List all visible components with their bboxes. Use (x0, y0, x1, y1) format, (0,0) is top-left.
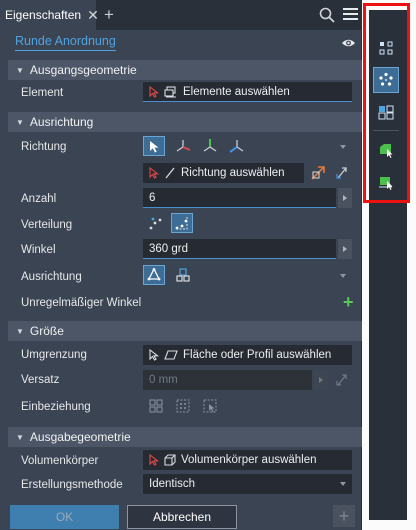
z-axis-button[interactable] (226, 136, 248, 156)
alignment-dropdown-arrow-icon[interactable] (340, 274, 346, 278)
distribution-fit-button[interactable] (171, 213, 193, 233)
tab-bar: Eigenschaften ✕ + (0, 0, 362, 30)
cursor-arrow-icon (149, 166, 159, 179)
add-tab-icon[interactable]: + (101, 5, 117, 25)
y-axis-button[interactable] (199, 136, 221, 156)
feature-title-row: Runde Anordnung (0, 30, 362, 58)
collapse-arrow-icon: ▼ (16, 117, 24, 127)
distribution-full-button[interactable] (145, 213, 167, 233)
ok-button[interactable]: OK (10, 505, 119, 529)
boundary-label: Umgrenzung (21, 349, 87, 361)
tab-properties-label: Eigenschaften (5, 8, 82, 22)
section-orientation-title: Ausrichtung (29, 115, 94, 129)
inclusion-grid-icon (149, 399, 163, 413)
line-icon (165, 167, 175, 178)
section-output-geometry-title: Ausgabegeometrie (29, 430, 131, 444)
boundary-select-field[interactable]: Fläche oder Profil auswählen (143, 345, 352, 365)
hamburger-menu-icon[interactable] (343, 8, 358, 22)
section-orientation[interactable]: ▼ Ausrichtung (8, 112, 362, 132)
irregular-angle-label: Unregelmäßiger Winkel (21, 297, 142, 309)
cursor-arrow-icon (149, 453, 159, 466)
x-axis-icon (176, 140, 191, 152)
creation-method-dropdown-arrow-icon[interactable] (340, 482, 346, 486)
angle-stepper[interactable] (338, 239, 352, 259)
creation-method-value: Identisch (149, 477, 196, 490)
section-input-geometry[interactable]: ▼ Ausgangsgeometrie (8, 60, 362, 80)
angle-label: Winkel (21, 244, 56, 256)
add-irregular-angle-icon[interactable]: + (343, 293, 354, 311)
inclusion-dots-icon (176, 399, 190, 413)
solid-select-field[interactable]: Volumenkörper auswählen (143, 450, 352, 470)
count-value: 6 (149, 191, 156, 204)
inclusion-option-2-button[interactable] (172, 396, 194, 416)
feature-name-link[interactable]: Runde Anordnung (15, 34, 116, 51)
face-profile-icon (164, 349, 178, 360)
count-stepper[interactable] (338, 188, 352, 208)
direction-select-field[interactable]: Richtung auswählen (143, 163, 304, 183)
x-axis-button[interactable] (172, 136, 194, 156)
direction-select-tool-button[interactable] (143, 136, 165, 156)
cursor-arrow-icon (149, 348, 159, 361)
inclusion-option-3-button[interactable] (199, 396, 221, 416)
fixed-alignment-icon (176, 268, 190, 282)
inclusion-option-1-button[interactable] (145, 396, 167, 416)
alignment-rotational-button[interactable] (143, 265, 165, 285)
tab-properties[interactable]: Eigenschaften ✕ (0, 0, 99, 30)
solid-label: Volumenkörper (21, 455, 99, 467)
angle-input[interactable]: 360 grd (143, 239, 336, 259)
eye-icon[interactable] (341, 36, 356, 50)
count-input[interactable]: 6 (143, 188, 336, 208)
cursor-arrow-icon (149, 140, 158, 152)
offset-stepper[interactable] (314, 370, 328, 390)
close-icon[interactable]: ✕ (87, 7, 99, 24)
add-button[interactable]: + (333, 505, 355, 527)
offset-input[interactable]: 0 mm (143, 370, 312, 390)
section-input-geometry-title: Ausgangsgeometrie (29, 63, 137, 77)
direction-label: Richtung (21, 141, 67, 153)
creation-method-select[interactable]: Identisch (143, 474, 352, 494)
offset-label: Versatz (21, 374, 60, 386)
element-select-text: Elemente auswählen (183, 85, 290, 98)
distribution-label: Verteilung (21, 219, 73, 231)
angle-value: 360 grd (149, 242, 189, 255)
cancel-button[interactable]: Abbrechen (127, 505, 237, 529)
count-label: Anzahl (21, 193, 57, 205)
alignment-label: Ausrichtung (21, 271, 82, 283)
collapse-arrow-icon: ▼ (16, 432, 24, 442)
collapse-arrow-icon: ▼ (16, 326, 24, 336)
rotational-alignment-icon (147, 267, 161, 281)
highlight-box (363, 3, 410, 203)
search-icon[interactable] (319, 7, 335, 23)
reverse-direction-icon[interactable] (334, 165, 350, 181)
boundary-select-text: Fläche oder Profil auswählen (183, 348, 332, 361)
section-size[interactable]: ▼ Größe (8, 321, 362, 341)
flip-direction-icon[interactable] (310, 165, 326, 181)
direction-select-text: Richtung auswählen (181, 166, 285, 179)
cursor-arrow-icon (149, 85, 159, 98)
element-select-field[interactable]: Elemente auswählen (143, 82, 352, 102)
offset-placeholder: 0 mm (149, 373, 178, 386)
creation-method-label: Erstellungsmethode (21, 479, 123, 491)
distribution-fit-icon (175, 217, 188, 230)
section-size-title: Größe (29, 324, 64, 338)
element-label: Element (21, 87, 64, 99)
direction-dropdown-arrow-icon[interactable] (340, 145, 346, 149)
y-axis-icon (203, 139, 217, 152)
inclusion-label: Einbeziehung (21, 401, 91, 413)
z-axis-icon (229, 140, 244, 153)
solid-body-icon (164, 453, 176, 466)
element-stack-icon (164, 85, 176, 97)
distribution-full-icon (149, 217, 162, 230)
inclusion-select-icon (203, 399, 217, 413)
collapse-arrow-icon: ▼ (16, 65, 24, 75)
properties-panel: Eigenschaften ✕ + Runde Anordnung ▼ Ausg… (0, 0, 362, 530)
section-output-geometry[interactable]: ▼ Ausgabegeometrie (8, 427, 362, 447)
solid-select-text: Volumenkörper auswählen (181, 453, 317, 466)
reverse-offset-icon[interactable] (334, 372, 350, 388)
alignment-fixed-button[interactable] (172, 265, 194, 285)
